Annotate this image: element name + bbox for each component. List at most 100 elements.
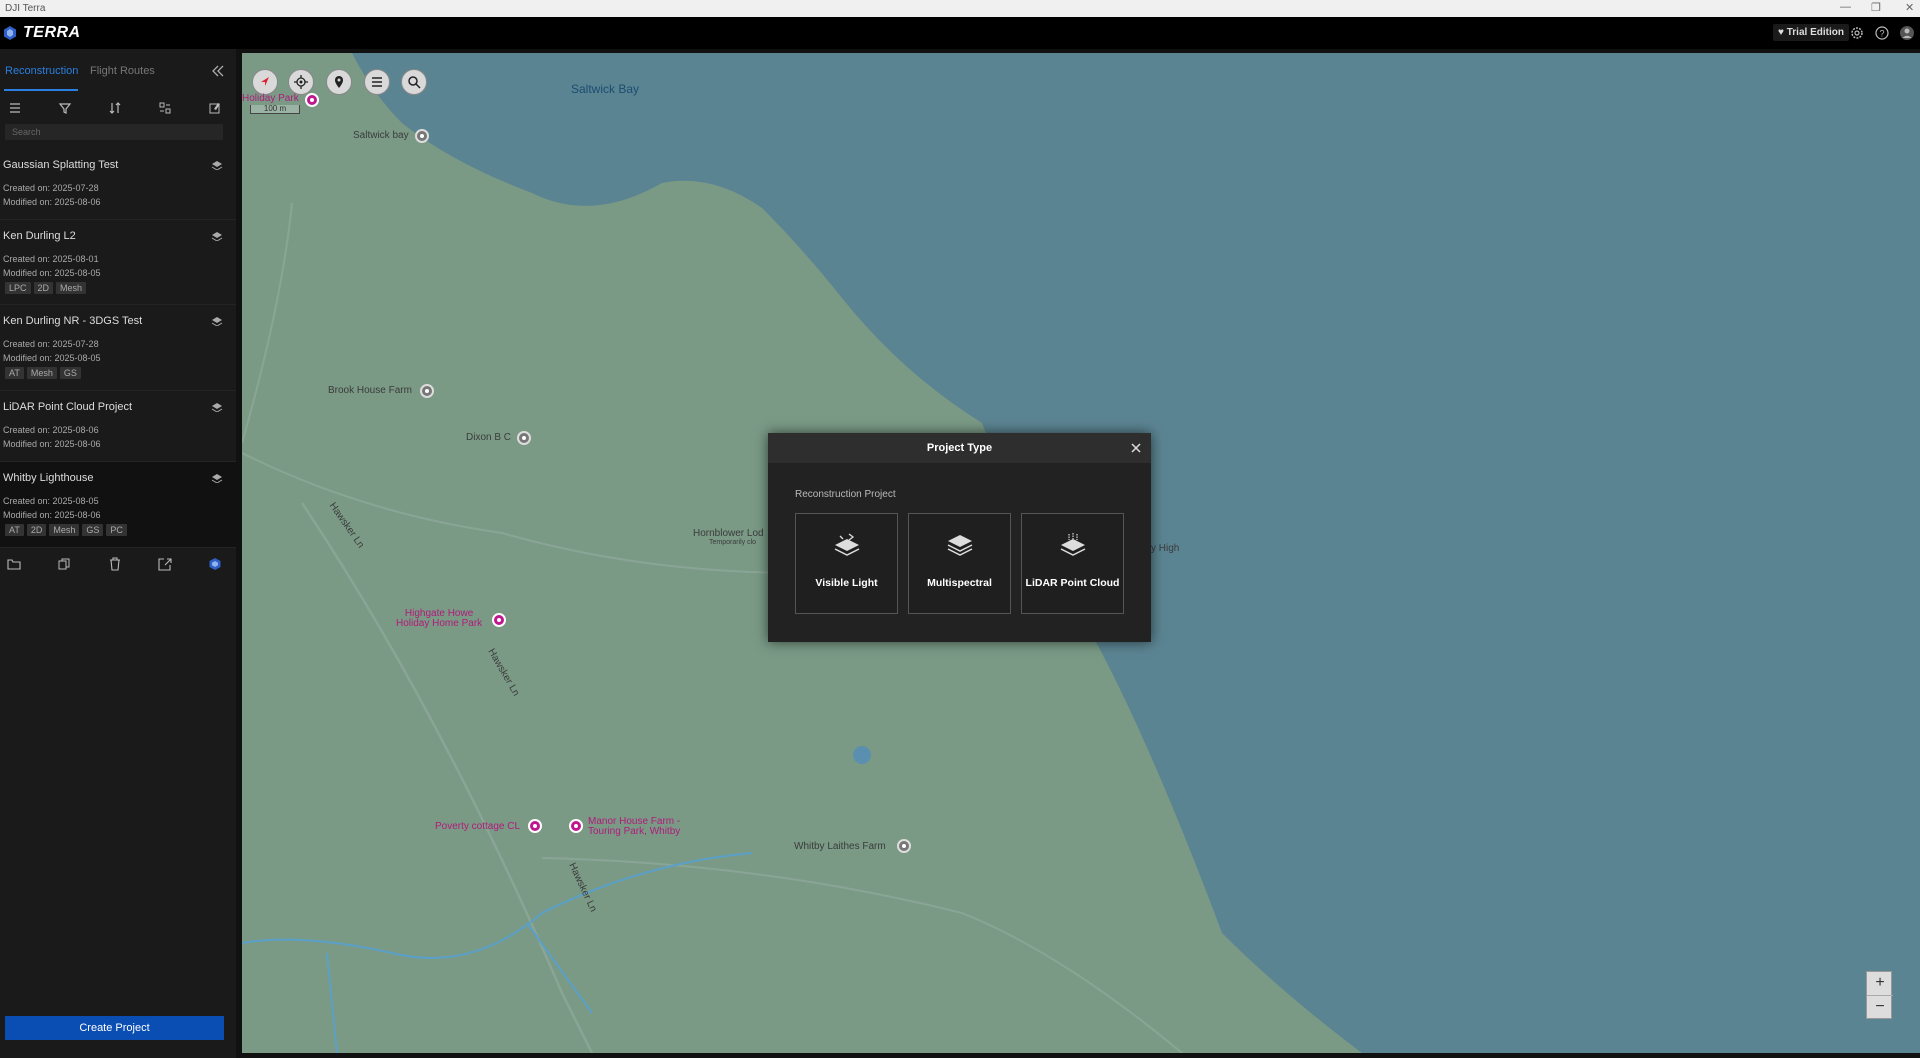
map-label: Saltwick Bay — [571, 82, 640, 96]
project-name: Whitby Lighthouse — [3, 472, 94, 484]
project-tag: Mesh — [49, 524, 80, 536]
batch-edit-icon[interactable] — [208, 101, 222, 115]
delete-icon[interactable] — [108, 557, 122, 571]
active-tab-indicator — [4, 89, 78, 91]
multispectral-icon — [947, 535, 973, 556]
minimize-icon[interactable]: — — [1840, 1, 1851, 13]
zoom-out-button[interactable]: − — [1867, 996, 1893, 1020]
project-created: Created on: 2025-08-01 — [3, 254, 99, 264]
project-tags: AT Mesh GS — [5, 367, 81, 379]
close-window-icon[interactable]: ✕ — [1905, 1, 1914, 14]
tab-flight-routes[interactable]: Flight Routes — [90, 65, 155, 77]
project-created: Created on: 2025-08-06 — [3, 425, 99, 435]
poi-pin-icon[interactable] — [517, 431, 531, 445]
project-name: Gaussian Splatting Test — [3, 159, 119, 171]
project-tag: PC — [106, 524, 127, 536]
poi-pin-icon[interactable] — [492, 613, 506, 627]
project-item[interactable]: LiDAR Point Cloud Project Created on: 20… — [0, 391, 236, 462]
project-tag: LPC — [5, 282, 31, 294]
restore-icon[interactable]: ❐ — [1871, 1, 1881, 14]
sort-icon[interactable] — [108, 101, 122, 115]
project-item[interactable]: Gaussian Splatting Test Created on: 2025… — [0, 149, 236, 220]
project-created: Created on: 2025-07-28 — [3, 183, 99, 193]
zoom-in-button[interactable]: + — [1867, 972, 1893, 996]
project-name: LiDAR Point Cloud Project — [3, 401, 133, 413]
poi-pin-icon[interactable] — [528, 819, 542, 833]
project-item-selected[interactable]: Whitby Lighthouse Created on: 2025-08-05… — [0, 462, 236, 548]
poi-pin-icon[interactable] — [569, 819, 583, 833]
project-tag: GS — [82, 524, 104, 536]
locate-icon[interactable] — [288, 69, 314, 95]
export-icon[interactable] — [158, 557, 172, 571]
dialog-header: Project Type — [768, 433, 1151, 463]
multispectral-option[interactable]: Multispectral — [908, 513, 1011, 614]
map-label: Highgate Howe Holiday Home Park — [396, 608, 483, 629]
create-project-button[interactable]: Create Project — [5, 1016, 224, 1040]
poi-pin-icon[interactable] — [420, 384, 434, 398]
project-list: Gaussian Splatting Test Created on: 2025… — [0, 149, 236, 548]
visible-light-icon — [834, 533, 860, 556]
user-avatar-icon[interactable] — [1899, 25, 1915, 41]
group-icon[interactable] — [158, 101, 172, 115]
option-label: Multispectral — [927, 577, 992, 589]
duplicate-icon[interactable] — [57, 557, 71, 571]
tab-reconstruction[interactable]: Reconstruction — [5, 65, 78, 77]
project-tags: LPC 2D Mesh — [5, 282, 87, 294]
project-name: Ken Durling NR - 3DGS Test — [3, 315, 143, 327]
visible-light-option[interactable]: Visible Light — [795, 513, 898, 614]
project-modified: Modified on: 2025-08-06 — [3, 510, 101, 520]
app-header: TERRA ♥ Trial Edition ? — [0, 17, 1920, 49]
project-created: Created on: 2025-07-28 — [3, 339, 99, 349]
map-label: Saltwick bay — [353, 130, 409, 141]
map-pin-icon[interactable] — [326, 69, 352, 95]
project-tag: AT — [5, 367, 24, 379]
poi-pin-icon[interactable] — [305, 93, 319, 107]
dialog-subtitle: Reconstruction Project — [795, 489, 896, 500]
project-actions-bar — [0, 552, 236, 576]
project-tag: 2D — [33, 282, 54, 294]
layers-list-icon[interactable] — [364, 69, 390, 95]
lidar-icon — [1060, 533, 1086, 556]
project-name: Ken Durling L2 — [3, 230, 76, 242]
sidebar: Reconstruction Flight Routes Gaussian Sp… — [0, 49, 236, 1058]
trial-edition-badge[interactable]: ♥ Trial Edition — [1773, 24, 1849, 41]
poi-pin-icon[interactable] — [415, 129, 429, 143]
lidar-point-cloud-option[interactable]: LiDAR Point Cloud — [1021, 513, 1124, 614]
app-brand: TERRA — [23, 24, 81, 41]
option-label: LiDAR Point Cloud — [1025, 577, 1120, 589]
project-item[interactable]: Ken Durling NR - 3DGS Test Created on: 2… — [0, 305, 236, 391]
project-modified: Modified on: 2025-08-06 — [3, 197, 101, 207]
map-label: y High — [1151, 543, 1180, 554]
project-tag: GS — [59, 367, 81, 379]
visible-light-type-icon — [211, 161, 223, 170]
dialog-title: Project Type — [926, 442, 993, 454]
collapse-sidebar-icon[interactable] — [210, 63, 226, 79]
project-tag: Mesh — [26, 367, 57, 379]
map-label: Poverty cottage CL — [435, 821, 521, 832]
terra-logo-icon — [4, 26, 16, 40]
option-label: Visible Light — [815, 577, 878, 589]
list-view-icon[interactable] — [8, 101, 22, 115]
terra-model-icon[interactable] — [208, 557, 222, 571]
project-modified: Modified on: 2025-08-06 — [3, 439, 101, 449]
settings-gear-icon[interactable] — [1849, 25, 1865, 41]
map-label: Manor House Farm - Touring Park, Whitby — [588, 816, 681, 837]
project-tag: Mesh — [56, 282, 87, 294]
map-label: Brook House Farm — [328, 385, 412, 396]
help-icon[interactable]: ? — [1874, 25, 1890, 41]
map-label: Hornblower Lod — [693, 528, 764, 539]
map-search-icon[interactable] — [401, 69, 427, 95]
project-item[interactable]: Ken Durling L2 Created on: 2025-08-01 Mo… — [0, 220, 236, 305]
window-title: DJI Terra — [5, 3, 46, 14]
filter-icon[interactable] — [58, 101, 72, 115]
open-folder-icon[interactable] — [7, 557, 21, 571]
compass-icon[interactable] — [252, 69, 278, 95]
zoom-control: + − — [1866, 971, 1893, 1020]
poi-pin-icon[interactable] — [897, 839, 911, 853]
search-input[interactable] — [5, 124, 223, 140]
project-tags: AT 2D Mesh GS PC — [5, 524, 127, 536]
close-icon[interactable] — [1129, 441, 1143, 455]
map-label: Temporarily clo — [709, 539, 757, 546]
map-label: Dixon B C — [466, 432, 512, 443]
project-tag: 2D — [26, 524, 47, 536]
